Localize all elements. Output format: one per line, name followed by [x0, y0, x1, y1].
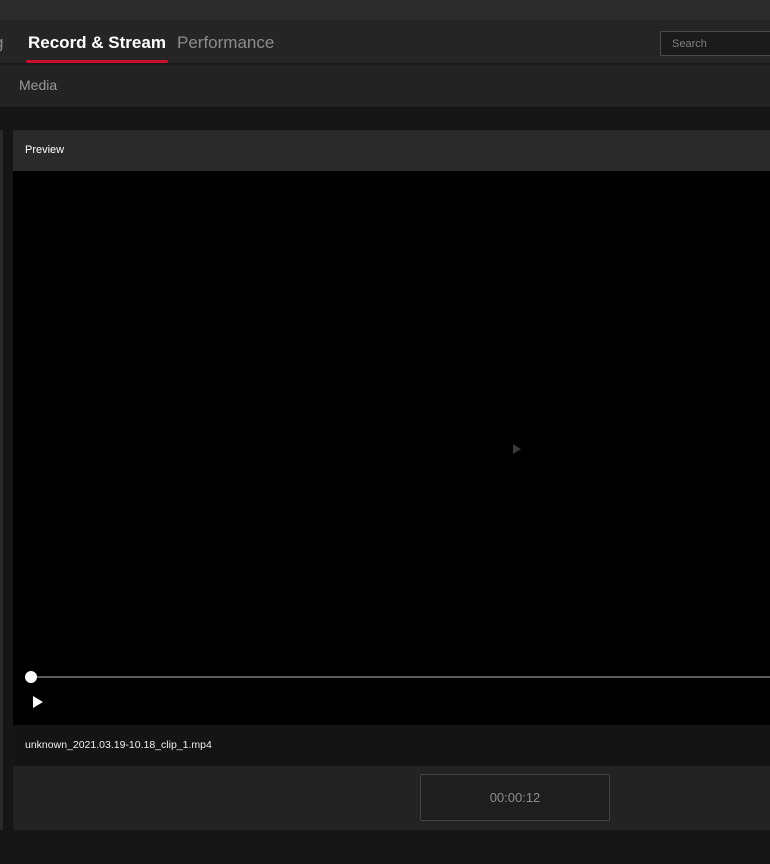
sub-nav: Media: [0, 65, 770, 107]
dialog-footer: 00:00:12: [13, 766, 770, 830]
tab-performance[interactable]: Performance: [177, 22, 274, 64]
app-window: g Record & Stream Performance Media Prev…: [0, 0, 770, 864]
seek-handle[interactable]: [25, 671, 37, 683]
tab-record-stream-label: Record & Stream: [28, 33, 166, 52]
active-tab-indicator: [26, 60, 168, 63]
tab-record-stream[interactable]: Record & Stream: [26, 22, 168, 64]
play-icon[interactable]: [31, 695, 45, 709]
subnav-item-media[interactable]: Media: [19, 65, 57, 105]
timestamp-display: 00:00:12: [420, 774, 610, 821]
media-preview-dialog: Preview unknown_2021.03.19-10.18_clip_1.…: [13, 130, 770, 830]
dialog-header: Preview: [13, 130, 770, 171]
tab-gaming[interactable]: g: [0, 22, 3, 64]
video-player[interactable]: [13, 171, 770, 725]
seek-bar[interactable]: [31, 676, 770, 678]
play-icon[interactable]: [511, 443, 523, 455]
dialog-title: Preview: [25, 144, 65, 156]
clip-filename: unknown_2021.03.19-10.18_clip_1.mp4: [25, 739, 212, 751]
search-input[interactable]: [661, 32, 770, 55]
main-nav: g Record & Stream Performance: [0, 22, 770, 64]
left-rail: [0, 130, 3, 830]
title-strip: [0, 0, 770, 22]
filename-bar: unknown_2021.03.19-10.18_clip_1.mp4: [13, 725, 770, 766]
search-box[interactable]: [660, 31, 770, 56]
